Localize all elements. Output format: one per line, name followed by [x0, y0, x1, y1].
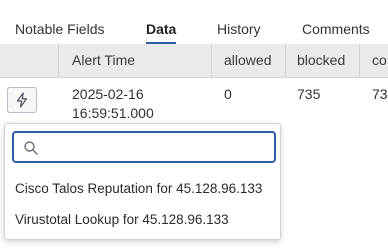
- tab-bar: Notable Fields Data History Comments: [0, 0, 388, 44]
- column-header-co[interactable]: co: [372, 44, 388, 77]
- cell-alert-time-time: 16:59:51.000: [72, 105, 154, 121]
- tab-data[interactable]: Data: [146, 20, 177, 44]
- cell-allowed: 0: [224, 86, 232, 102]
- actions-dropdown: Cisco Talos Reputation for 45.128.96.133…: [4, 123, 281, 240]
- cell-co: 73: [372, 86, 388, 102]
- column-separator: [285, 44, 286, 77]
- search-icon: [23, 140, 39, 156]
- table-row: 2025-02-16 16:59:51.000 0 735 73: [0, 78, 388, 128]
- column-header-allowed[interactable]: allowed: [224, 44, 284, 77]
- tab-data-label: Data: [146, 21, 177, 37]
- dropdown-search-input[interactable]: [44, 133, 269, 161]
- cell-blocked: 735: [297, 86, 321, 102]
- column-separator: [359, 44, 360, 77]
- table-header-row: Alert Time allowed blocked co: [0, 44, 388, 78]
- column-header-blocked[interactable]: blocked: [297, 44, 352, 77]
- menu-item-virustotal[interactable]: Virustotal Lookup for 45.128.96.133: [15, 211, 229, 229]
- dropdown-search-box: [12, 131, 276, 163]
- column-separator: [211, 44, 212, 77]
- lightning-icon: [15, 92, 29, 108]
- tab-notable-fields[interactable]: Notable Fields: [15, 20, 105, 38]
- alert-detail-panel: Notable Fields Data History Comments Ale…: [0, 0, 388, 249]
- tab-comments[interactable]: Comments: [302, 20, 370, 38]
- column-header-alert-time[interactable]: Alert Time: [72, 44, 212, 77]
- menu-item-cisco-talos[interactable]: Cisco Talos Reputation for 45.128.96.133: [15, 180, 262, 198]
- column-separator: [58, 44, 59, 77]
- tab-history[interactable]: History: [217, 20, 261, 38]
- cell-alert-time-date: 2025-02-16: [72, 86, 144, 102]
- actions-button[interactable]: [7, 87, 37, 113]
